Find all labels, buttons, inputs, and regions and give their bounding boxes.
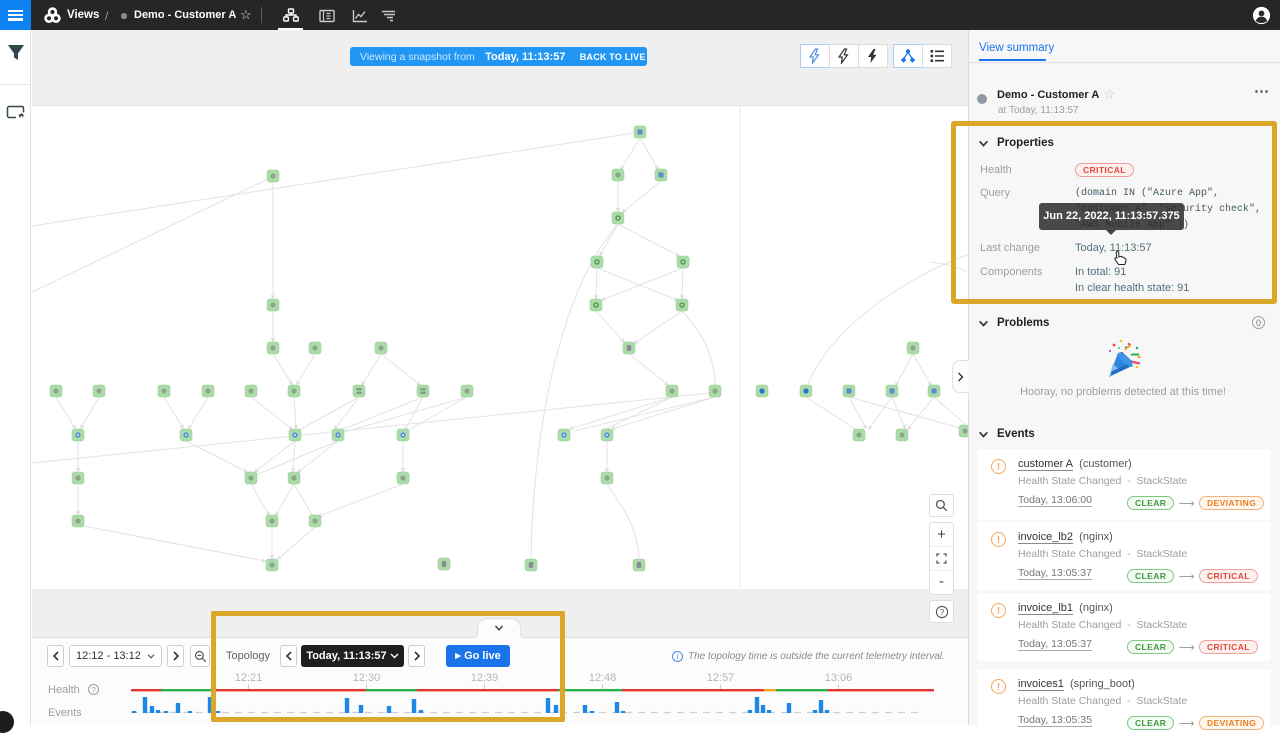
svg-text:13:06: 13:06	[825, 672, 853, 684]
svg-text:12:48: 12:48	[589, 672, 617, 684]
svg-text:12:57: 12:57	[707, 672, 735, 684]
svg-text:?: ?	[939, 608, 944, 617]
